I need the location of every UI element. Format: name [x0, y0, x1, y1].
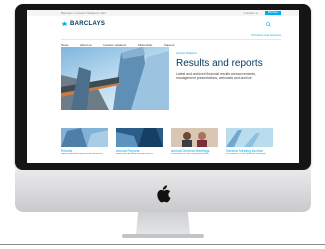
tile-annual-general-meetings[interactable]: Annual General Meetings Information on o…: [171, 128, 218, 156]
apple-logo-icon: [157, 185, 171, 203]
floor-line: [0, 244, 325, 245]
tile-image: [226, 128, 273, 147]
barclays-logo[interactable]: BARCLAYS: [70, 21, 105, 27]
imac-computer: Barclays | Investor Relations | EN Conta…: [0, 0, 325, 249]
page-description: Latest and archived financial results an…: [176, 72, 256, 81]
tile-image: [116, 128, 163, 147]
tile-description: Information on our AGM and events: [171, 153, 209, 155]
monitor-stand: [136, 212, 190, 234]
page-title: Results and reports: [176, 58, 263, 69]
tile-image: [61, 128, 108, 147]
tile-title[interactable]: Results: [61, 149, 108, 153]
utility-bar: Barclays | Investor Relations | EN Conta…: [27, 10, 299, 16]
tile-results[interactable]: Results Latest financial results announc…: [61, 128, 108, 156]
tile-title[interactable]: Annual Reports: [116, 149, 163, 153]
contact-link[interactable]: Contact us: [244, 11, 258, 15]
nav-divider: [61, 39, 281, 40]
breadcrumb[interactable]: Investor Relations: [176, 52, 197, 55]
hero-image: [61, 47, 169, 110]
tile-title[interactable]: Annual General Meetings: [171, 149, 218, 153]
search-icon[interactable]: [266, 22, 271, 27]
tile-general-meeting-archive[interactable]: General Meeting Archive Information on o…: [226, 128, 273, 156]
tile-description: Latest financial results announcements: [61, 153, 103, 155]
main-navigation: News About us Investor relations Citizen…: [61, 33, 281, 47]
nav-products-link[interactable]: Products and services: [251, 33, 281, 37]
tile-description: Latest and archived annual reports: [116, 153, 153, 155]
utility-links[interactable]: Barclays | Investor Relations | EN: [61, 11, 106, 15]
tile-title[interactable]: General Meeting Archive: [226, 149, 273, 153]
monitor-stand-base: [122, 234, 204, 238]
monitor-screen: Barclays | Investor Relations | EN Conta…: [27, 10, 299, 163]
utility-button[interactable]: Barclays: [265, 11, 281, 15]
tile-annual-reports[interactable]: Annual Reports Latest and archived annua…: [116, 128, 163, 156]
eagle-icon: [61, 21, 68, 26]
tile-description: Information on our previous meetings: [226, 153, 266, 155]
tile-image: [171, 128, 218, 147]
